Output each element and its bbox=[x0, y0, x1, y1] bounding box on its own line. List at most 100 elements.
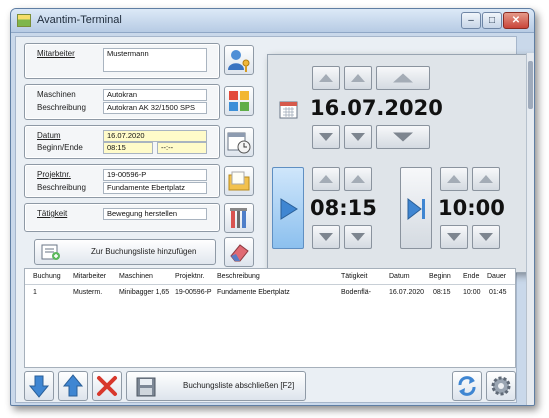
day-up-button[interactable] bbox=[312, 66, 340, 90]
end-hour-down-button[interactable] bbox=[440, 225, 468, 249]
delete-entry-button[interactable] bbox=[92, 371, 122, 401]
table-cell: 19-00596-P bbox=[175, 289, 212, 296]
projektnr-label: Projektnr. bbox=[37, 170, 71, 179]
booking-table: Buchung Mitarbeiter Maschinen Projektnr.… bbox=[24, 268, 516, 368]
maschinen-label: Maschinen bbox=[37, 90, 76, 99]
start-hour-down-button[interactable] bbox=[312, 225, 340, 249]
up-arrow-icon bbox=[351, 175, 365, 183]
taetigkeit-label: Tätigkeit bbox=[37, 209, 68, 218]
taetigkeit-group: Tätigkeit Bewegung herstellen bbox=[24, 203, 220, 232]
mitarbeiter-group: Mitarbeiter Mustermann bbox=[24, 43, 220, 79]
close-list-label: Buchungsliste abschließen [F2] bbox=[183, 381, 295, 390]
table-cell: 10:00 bbox=[463, 289, 481, 296]
up-arrow-icon bbox=[479, 175, 493, 183]
play-icon bbox=[280, 198, 298, 220]
maschinen-beschreibung-label: Beschreibung bbox=[37, 103, 86, 112]
beginn-ende-label: Beginn/Ende bbox=[37, 143, 83, 152]
datum-label: Datum bbox=[37, 131, 61, 140]
end-minute-down-button[interactable] bbox=[472, 225, 500, 249]
refresh-button[interactable] bbox=[452, 371, 482, 401]
folder-icon bbox=[228, 171, 250, 191]
year-up-button[interactable] bbox=[376, 66, 430, 90]
column-header[interactable]: Maschinen bbox=[119, 269, 153, 284]
projektnr-field[interactable]: 19-00596-P bbox=[103, 169, 207, 181]
activity-lookup-button[interactable] bbox=[224, 203, 254, 233]
column-header[interactable]: Projektnr. bbox=[175, 269, 205, 284]
picker-date[interactable]: 16.07.2020 bbox=[310, 95, 443, 121]
datum-group: Datum 16.07.2020 Beginn/Ende 08:15 --:-- bbox=[24, 125, 220, 159]
skip-end-icon bbox=[407, 198, 425, 220]
eraser-icon bbox=[230, 244, 249, 262]
header-divider bbox=[25, 284, 515, 285]
day-down-button[interactable] bbox=[312, 125, 340, 149]
down-arrow-icon bbox=[351, 233, 365, 241]
settings-button[interactable] bbox=[486, 371, 516, 401]
table-cell: Musterm. bbox=[73, 289, 103, 296]
up-arrow-icon bbox=[319, 175, 333, 183]
user-lookup-button[interactable] bbox=[224, 45, 254, 75]
start-minute-up-button[interactable] bbox=[344, 167, 372, 191]
column-header[interactable]: Beschreibung bbox=[217, 269, 260, 284]
up-arrow-icon bbox=[319, 74, 333, 82]
mitarbeiter-label: Mitarbeiter bbox=[37, 49, 75, 58]
beginn-field[interactable]: 08:15 bbox=[103, 142, 153, 154]
project-lookup-button[interactable] bbox=[224, 166, 254, 196]
start-hour-up-button[interactable] bbox=[312, 167, 340, 191]
move-down-button[interactable] bbox=[24, 371, 54, 401]
close-list-button[interactable]: Buchungsliste abschließen [F2] bbox=[126, 371, 306, 401]
year-down-button[interactable] bbox=[376, 125, 430, 149]
disk-icon bbox=[136, 377, 156, 397]
delete-x-icon bbox=[97, 376, 117, 396]
taetigkeit-field[interactable]: Bewegung herstellen bbox=[103, 208, 207, 220]
picker-start-time[interactable]: 08:15 bbox=[310, 195, 377, 221]
start-minute-down-button[interactable] bbox=[344, 225, 372, 249]
down-arrow-icon bbox=[447, 233, 461, 241]
projekt-beschreibung-field[interactable]: Fundamente Ebertplatz bbox=[103, 182, 207, 194]
date-time-picker: 16.07.2020 08:15 10:00 bbox=[267, 54, 534, 273]
maschinen-field[interactable]: Autokran bbox=[103, 89, 207, 101]
projekt-group: Projektnr. 19-00596-P Beschreibung Funda… bbox=[24, 164, 220, 198]
down-arrow-icon bbox=[393, 132, 413, 142]
picker-end-time[interactable]: 10:00 bbox=[438, 195, 505, 221]
mitarbeiter-field[interactable]: Mustermann bbox=[103, 48, 207, 72]
column-header[interactable]: Tätigkeit bbox=[341, 269, 367, 284]
date-time-button[interactable] bbox=[224, 127, 254, 157]
column-header[interactable]: Dauer bbox=[487, 269, 506, 284]
close-button[interactable]: ✕ bbox=[503, 12, 529, 29]
vertical-scrollbar[interactable] bbox=[526, 53, 534, 405]
projekt-beschreibung-label: Beschreibung bbox=[37, 183, 86, 192]
column-header[interactable]: Beginn bbox=[429, 269, 451, 284]
clear-form-button[interactable] bbox=[224, 237, 254, 267]
machine-lookup-button[interactable] bbox=[224, 86, 254, 116]
user-key-icon bbox=[228, 50, 250, 72]
move-up-button[interactable] bbox=[58, 371, 88, 401]
ende-field[interactable]: --:-- bbox=[157, 142, 207, 154]
app-icon bbox=[17, 14, 31, 27]
end-hour-up-button[interactable] bbox=[440, 167, 468, 191]
add-to-list-button[interactable]: Zur Buchungsliste hinzufügen [F11] bbox=[34, 239, 216, 280]
table-cell: Bodenflä- bbox=[341, 289, 371, 296]
table-cell: Minibagger 1,65 bbox=[119, 289, 170, 296]
title-bar: Avantim-Terminal – □ ✕ bbox=[11, 9, 534, 33]
maschinen-beschreibung-field[interactable]: Autokran AK 32/1500 SPS bbox=[103, 102, 207, 114]
datum-field[interactable]: 16.07.2020 bbox=[103, 130, 207, 142]
table-cell: 16.07.2020 bbox=[389, 289, 425, 296]
column-header[interactable]: Mitarbeiter bbox=[73, 269, 106, 284]
column-header[interactable]: Ende bbox=[463, 269, 479, 284]
down-arrow-icon bbox=[351, 133, 365, 141]
minimize-button[interactable]: – bbox=[461, 12, 481, 29]
client-area: Mitarbeiter Mustermann Maschinen Autokra… bbox=[15, 36, 534, 403]
end-time-button[interactable] bbox=[400, 167, 432, 249]
column-header[interactable]: Datum bbox=[389, 269, 410, 284]
scrollbar-thumb[interactable] bbox=[528, 61, 533, 109]
month-up-button[interactable] bbox=[344, 66, 372, 90]
arrow-down-icon bbox=[28, 375, 50, 398]
tools-icon bbox=[230, 208, 247, 228]
month-down-button[interactable] bbox=[344, 125, 372, 149]
column-header[interactable]: Buchung bbox=[33, 269, 61, 284]
maximize-button[interactable]: □ bbox=[482, 12, 502, 29]
window-title: Avantim-Terminal bbox=[37, 14, 122, 26]
end-minute-up-button[interactable] bbox=[472, 167, 500, 191]
start-time-button[interactable] bbox=[272, 167, 304, 249]
gear-icon bbox=[491, 376, 511, 396]
